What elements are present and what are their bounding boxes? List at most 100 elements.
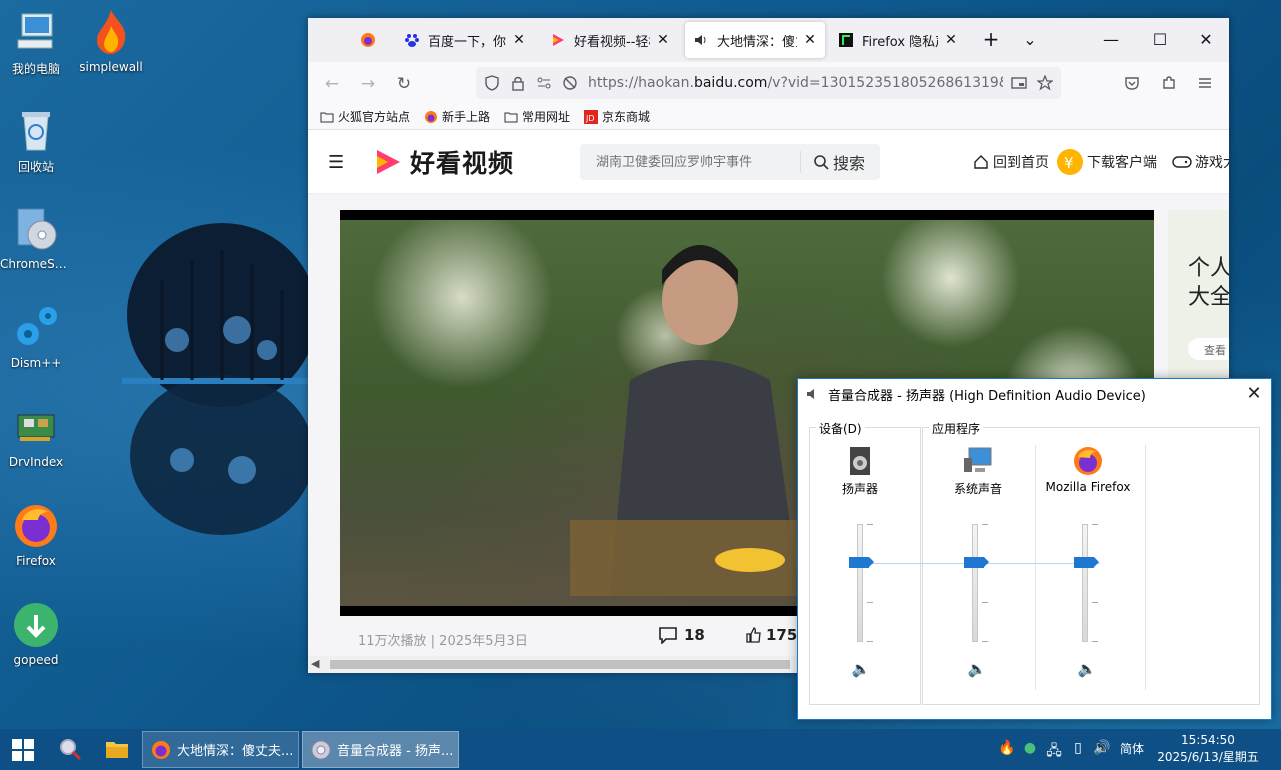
mute-system-sounds-button[interactable]: 🔈	[967, 660, 987, 678]
thumbs-up-icon	[746, 627, 761, 643]
site-menu-button[interactable]: ☰	[328, 152, 344, 173]
video-frame-figure	[570, 245, 830, 596]
tab-firefox-privacy[interactable]: Firefox 隐私声明 ✕	[830, 22, 966, 58]
comment-count[interactable]: 18	[658, 626, 705, 644]
desktop-icon-drvindex[interactable]: DrvIndex	[0, 403, 72, 469]
tab-active-video[interactable]: 大地情深：傻丈夫 ✕	[685, 22, 825, 58]
tray-usb-icon[interactable]: ▯	[1069, 740, 1087, 756]
desktop-icon-simplewall[interactable]: simplewall	[75, 8, 147, 74]
minimize-button[interactable]: —	[1101, 30, 1121, 49]
tray-network-icon[interactable]: 🖧	[1045, 740, 1063, 764]
slider-thumb[interactable]	[964, 557, 989, 568]
desktop-icon-label: gopeed	[13, 653, 59, 667]
search-tool-icon[interactable]	[58, 737, 82, 761]
desktop-icon-firefox[interactable]: Firefox	[0, 502, 72, 568]
volume-slider-firefox[interactable]	[1074, 524, 1099, 642]
picture-in-picture-icon[interactable]	[1011, 75, 1027, 91]
slider-thumb[interactable]	[849, 557, 874, 568]
desktop-icon-my-computer[interactable]: 我的电脑	[0, 8, 72, 77]
scroll-left-arrow-icon[interactable]: ◀	[311, 657, 319, 670]
coin-icon: ¥	[1057, 149, 1083, 175]
url-text: https://haokan.baidu.com/v?vid=130152351…	[588, 75, 1003, 91]
mute-firefox-button[interactable]: 🔈	[1077, 660, 1097, 678]
bookmarks-toolbar: 火狐官方站点 新手上路 常用网址 JD 京东商城	[308, 104, 1229, 130]
new-tab-button[interactable]: +	[981, 27, 1001, 51]
channel-speakers: 扬声器	[805, 446, 915, 497]
scrollbar-thumb[interactable]	[330, 660, 790, 669]
tab-close-button[interactable]: ✕	[944, 32, 958, 48]
ad-view-button[interactable]: 查看	[1188, 338, 1229, 360]
search-icon	[814, 155, 829, 170]
bookmark-common-sites[interactable]: 常用网址	[504, 108, 570, 125]
taskbar-clock[interactable]: 15:54:50 2025/6/13/星期五	[1150, 732, 1266, 766]
site-header: ☰ 好看视频 搜索 回到首页 ¥ 下载客户端	[308, 130, 1229, 194]
taskbar: 大地情深：傻丈夫... 音量合成器 - 扬声... 🔥 ● 🖧 ▯ 🔊 简体 1…	[0, 729, 1281, 770]
svg-text:¥: ¥	[1064, 154, 1074, 172]
tab-close-button[interactable]: ✕	[512, 32, 526, 48]
mute-speakers-button[interactable]: 🔈	[851, 660, 871, 678]
tab-close-button[interactable]: ✕	[656, 32, 670, 48]
file-explorer-icon[interactable]	[105, 737, 129, 761]
tray-flame-icon[interactable]: 🔥	[998, 740, 1016, 756]
tab-haokan[interactable]: 好看视频--轻松有 ✕	[542, 22, 678, 58]
url-bar[interactable]: https://haokan.baidu.com/v?vid=130152351…	[476, 67, 1061, 99]
permissions-icon	[537, 77, 551, 89]
desktop-icon-label: Firefox	[16, 554, 56, 568]
speaker-icon	[695, 35, 706, 45]
bookmark-firefox-official[interactable]: 火狐官方站点	[320, 108, 410, 125]
bookmark-getting-started[interactable]: 新手上路	[424, 108, 490, 125]
baidu-paw-icon	[405, 34, 419, 47]
desktop-icon-label: 我的电脑	[11, 62, 60, 76]
taskbar-app-volume-mixer[interactable]: 音量合成器 - 扬声...	[302, 731, 459, 768]
desktop-icon-recycle-bin[interactable]: 回收站	[0, 106, 72, 175]
comment-icon	[659, 627, 677, 644]
desktop-icon-label: simplewall	[79, 60, 143, 74]
maximize-button[interactable]: ☐	[1150, 30, 1170, 49]
bookmark-jd[interactable]: JD 京东商城	[584, 108, 650, 125]
search-button[interactable]: 搜索	[800, 151, 865, 173]
mixer-close-button[interactable]: ✕	[1243, 383, 1265, 404]
slider-thumb[interactable]	[1074, 557, 1099, 568]
shield-icon	[485, 75, 499, 91]
firefox-icon	[1074, 447, 1102, 475]
flame-icon	[97, 10, 126, 54]
back-button[interactable]: ←	[322, 74, 342, 94]
forward-button[interactable]: →	[358, 74, 378, 94]
input-language-indicator[interactable]: 简体	[1120, 740, 1144, 757]
channel-divider	[1145, 445, 1146, 690]
tab-firefox-home[interactable]	[352, 22, 388, 58]
games-link[interactable]: 游戏大	[1172, 152, 1229, 172]
desktop-icon-dism[interactable]: Dism++	[0, 304, 72, 370]
search-input[interactable]	[580, 154, 800, 170]
pocket-icon[interactable]	[1124, 75, 1140, 91]
site-logo[interactable]: 好看视频	[374, 144, 514, 180]
taskbar-app-firefox[interactable]: 大地情深：傻丈夫...	[142, 731, 299, 768]
tray-gopeed-icon[interactable]: ●	[1021, 740, 1039, 756]
tab-baidu[interactable]: 百度一下，你就知道 ✕	[396, 22, 534, 58]
desktop-icon-chromesetup[interactable]: ChromeSe...	[0, 205, 72, 271]
firefox-icon	[361, 33, 375, 47]
reload-button[interactable]: ↻	[394, 74, 414, 94]
menu-icon[interactable]	[1197, 75, 1213, 91]
bookmark-star-icon[interactable]	[1037, 75, 1053, 91]
tab-close-button[interactable]: ✕	[803, 32, 817, 48]
folder-icon	[320, 112, 334, 122]
volume-slider-system-sounds[interactable]	[964, 524, 989, 642]
home-link[interactable]: 回到首页	[973, 152, 1049, 172]
windows-start-icon[interactable]	[12, 739, 34, 761]
channel-firefox: Mozilla Firefox	[1033, 446, 1143, 494]
desktop-icon-label: Dism++	[10, 356, 62, 370]
svg-text:JD: JD	[585, 114, 595, 123]
extensions-icon[interactable]	[1161, 75, 1177, 91]
desktop-icon-gopeed[interactable]: gopeed	[0, 601, 72, 667]
navigation-bar: ← → ↻ https://haokan.baidu.com/v?vid=130…	[308, 62, 1229, 104]
close-window-button[interactable]: ✕	[1196, 30, 1216, 49]
download-client-link[interactable]: ¥ 下载客户端	[1056, 148, 1157, 176]
firefox-privacy-icon	[839, 33, 853, 47]
volume-slider-speakers[interactable]	[849, 524, 874, 642]
mixer-title-bar: 音量合成器 - 扬声器 (High Definition Audio Devic…	[798, 379, 1271, 409]
applications-group-label: 应用程序	[929, 420, 984, 437]
tray-volume-icon[interactable]: 🔊	[1093, 740, 1111, 756]
tab-list-button[interactable]: ⌄	[1020, 30, 1040, 49]
download-icon	[14, 603, 58, 647]
